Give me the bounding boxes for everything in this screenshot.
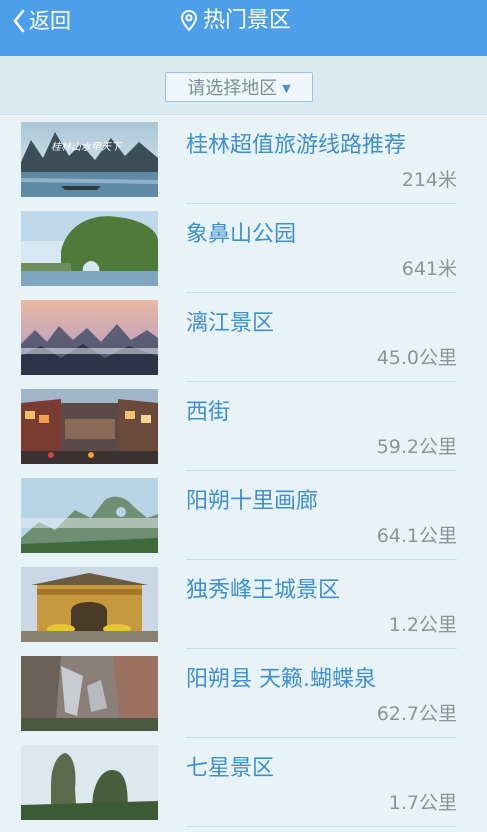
attraction-distance: 1.7公里 [388,792,457,814]
attraction-name: 阳朔十里画廊 [186,489,319,514]
list-item[interactable]: 桂林山水甲天下 桂林超值旅游线路推荐 214米 [0,115,487,204]
attraction-distance: 59.2公里 [376,436,457,458]
page-title: 热门景区 [203,8,292,33]
list-item[interactable]: 西街 59.2公里 [0,382,487,471]
list-item[interactable]: 阳朔县 天籁.蝴蝶泉 62.7公里 [0,649,487,738]
list-item[interactable]: 象鼻山公园 641米 [0,204,487,293]
attraction-distance: 62.7公里 [376,703,457,725]
region-select[interactable]: 请选择地区 ▼ [165,72,313,102]
list-item[interactable]: 阳朔十里画廊 64.1公里 [0,471,487,560]
thumbnail-image [21,656,158,731]
chevron-left-icon [12,9,26,33]
thumbnail-image: 桂林山水甲天下 [21,122,158,197]
thumbnail-image [21,211,158,286]
thumbnail-image [21,389,158,464]
map-pin-icon [180,9,203,33]
attraction-name: 漓江景区 [186,311,275,336]
thumbnail-image [21,478,158,553]
page-title-group: 热门景区 [180,4,291,38]
attraction-name: 独秀峰王城景区 [186,578,341,603]
attraction-name: 阳朔县 天籁.蝴蝶泉 [186,667,376,692]
list-item[interactable]: 漓江景区 45.0公里 [0,293,487,382]
attraction-name: 七星景区 [186,756,275,781]
list-item[interactable]: 七星景区 1.7公里 [0,738,487,827]
thumbnail-caption: 桂林山水甲天下 [51,141,123,153]
thumbnail-image [21,745,158,820]
filter-bar: 请选择地区 ▼ [0,56,487,115]
back-label: 返回 [29,8,71,33]
attraction-distance: 1.2公里 [388,614,457,636]
top-bar: 返回 热门景区 [0,0,487,56]
thumbnail-image [21,567,158,642]
attraction-name: 桂林超值旅游线路推荐 [186,133,407,158]
attraction-distance: 641米 [401,258,457,280]
attraction-distance: 214米 [401,169,457,191]
region-select-value: 请选择地区 [187,78,278,99]
row-divider [186,826,457,827]
attraction-distance: 64.1公里 [376,525,457,547]
attraction-name: 西街 [186,400,231,425]
attraction-distance: 45.0公里 [376,347,457,369]
back-button[interactable]: 返回 [12,4,71,38]
dropdown-triangle-icon: ▼ [282,81,291,95]
attraction-name: 象鼻山公园 [186,222,297,247]
attraction-list: 桂林山水甲天下 桂林超值旅游线路推荐 214米 象鼻山公园 641米 漓江景区 … [0,115,487,827]
thumbnail-image [21,300,158,375]
list-item[interactable]: 独秀峰王城景区 1.2公里 [0,560,487,649]
